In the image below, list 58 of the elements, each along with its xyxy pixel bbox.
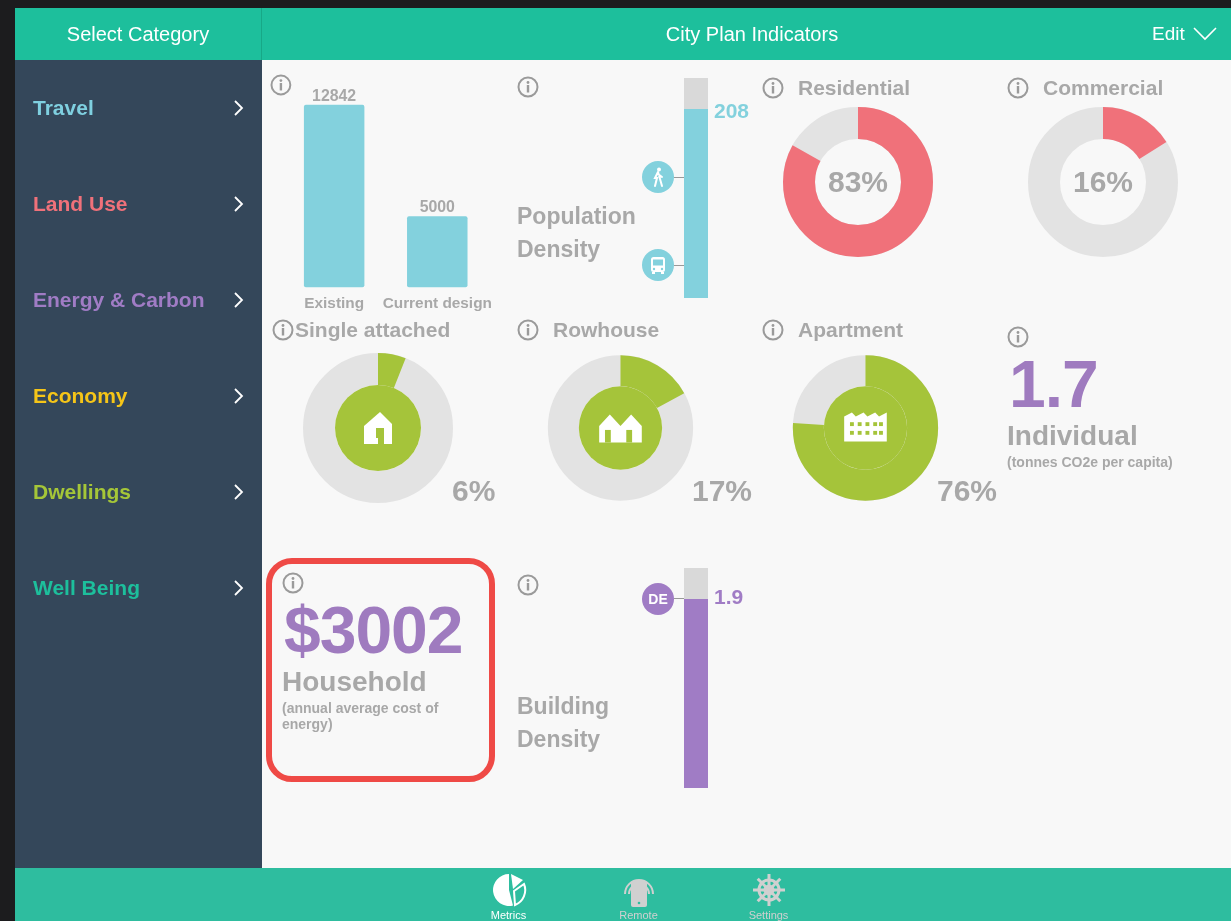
bar-value: 12842	[311, 86, 357, 104]
info-icon[interactable]	[517, 574, 539, 596]
badge: DE	[642, 582, 674, 615]
density-value: 208	[714, 98, 750, 123]
bar	[406, 216, 468, 288]
figure-label: Household	[282, 666, 428, 698]
density-value: 1.9	[714, 584, 744, 609]
info-icon[interactable]	[270, 74, 292, 96]
percentage: 83%	[826, 164, 889, 200]
info-icon[interactable]	[517, 319, 539, 341]
page-title: City Plan Indicators	[664, 22, 840, 46]
indicator-title: Apartment	[798, 318, 903, 342]
indicator-title: Single attached	[295, 318, 451, 342]
settings-icon	[750, 872, 787, 908]
percentage: 17%	[691, 474, 752, 508]
category-item[interactable]: Economy	[15, 348, 262, 444]
figure-note: (annual average cost of energy)	[282, 700, 440, 732]
bar-value: 5000	[419, 198, 455, 216]
chevron-icon	[234, 100, 244, 116]
indicator-title: Population Density	[517, 202, 637, 264]
percentage: 76%	[936, 474, 997, 508]
chevron-icon	[234, 484, 244, 500]
info-icon[interactable]	[272, 319, 294, 341]
figure-label: Individual	[1007, 420, 1139, 452]
pie-chart-icon	[490, 872, 527, 908]
indicator-title: Commercial	[1043, 76, 1164, 100]
chevron-icon	[234, 580, 244, 596]
bar-label: Existing	[304, 294, 364, 312]
category-item[interactable]: Energy & Carbon	[15, 252, 262, 348]
bar-label: Current design	[382, 294, 492, 312]
info-icon[interactable]	[762, 77, 784, 99]
category-item[interactable]: Travel	[15, 60, 262, 156]
percentage: 16%	[1071, 164, 1134, 200]
house-icon	[364, 412, 392, 444]
indicator-title: Residential	[798, 76, 911, 100]
figure-note: (tonnes CO2e per capita)	[1007, 454, 1174, 470]
chevron-icon	[234, 292, 244, 308]
caret-icon	[1192, 27, 1217, 41]
bus-icon	[642, 249, 674, 281]
percentage: 6%	[452, 474, 496, 508]
indicator-title: Building Density	[517, 692, 610, 754]
chevron-icon	[234, 388, 244, 404]
category-item[interactable]: Dwellings	[15, 444, 262, 540]
rowhouse-icon	[599, 414, 642, 443]
indicator-title: Rowhouse	[553, 318, 660, 342]
walking-person-icon	[642, 161, 674, 193]
info-icon[interactable]	[1007, 326, 1029, 348]
info-icon[interactable]	[1007, 77, 1029, 99]
tab[interactable]: Metrics	[463, 868, 554, 921]
info-icon[interactable]	[517, 76, 539, 98]
chevron-icon	[234, 196, 244, 212]
edit-button[interactable]: Edit	[1152, 23, 1231, 45]
info-icon[interactable]	[762, 319, 784, 341]
figure-value: 1.7	[1009, 348, 1099, 420]
category-item[interactable]: Well Being	[15, 540, 262, 636]
category-item[interactable]: Land Use	[15, 156, 262, 252]
figure-value: $3002	[284, 594, 464, 666]
info-icon[interactable]	[282, 572, 304, 594]
